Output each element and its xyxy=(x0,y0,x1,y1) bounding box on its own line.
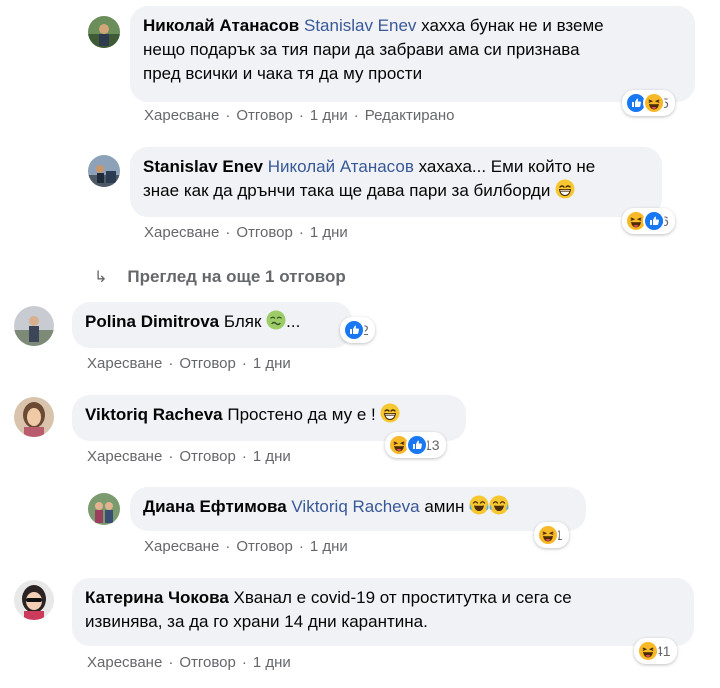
separator: · xyxy=(298,538,304,555)
separator: · xyxy=(225,538,231,555)
avatar[interactable] xyxy=(88,16,120,48)
separator: · xyxy=(353,107,359,124)
like-link[interactable]: Харесване xyxy=(144,224,219,241)
grinning-emoji-icon xyxy=(380,403,400,423)
haha-reaction-icon xyxy=(637,640,659,662)
comment-text: знае как да дрънчи така ще дава пари за … xyxy=(143,181,551,200)
tears-of-joy-emoji-icon xyxy=(489,495,509,515)
separator: · xyxy=(168,654,174,671)
separator: · xyxy=(168,448,174,465)
like-reaction-icon xyxy=(343,319,365,341)
avatar[interactable] xyxy=(14,306,54,346)
comment-bubble: Polina Dimitrova Бляк ... xyxy=(72,302,352,348)
timestamp[interactable]: 1 дни xyxy=(310,538,348,555)
comment-author[interactable]: Polina Dimitrova xyxy=(85,312,219,331)
timestamp[interactable]: 1 дни xyxy=(253,355,291,372)
like-link[interactable]: Харесване xyxy=(87,448,162,465)
comment-text: амин xyxy=(424,497,465,516)
comment-text: Простено да му е ! xyxy=(227,405,376,424)
comment-text: извинява, за да го храни 14 дни карантин… xyxy=(85,612,428,631)
comment-mention[interactable]: Николай Атанасов xyxy=(268,157,414,176)
avatar[interactable] xyxy=(88,493,120,525)
comment-text: нещо подарък за тия пари да забрави ама … xyxy=(143,40,580,59)
comment-bubble: Катерина Чокова Хванал е covid-19 от про… xyxy=(72,578,694,646)
like-reaction-icon xyxy=(643,210,665,232)
reaction-summary[interactable]: 13 xyxy=(385,432,446,458)
separator: · xyxy=(241,355,247,372)
grinning-emoji-icon xyxy=(555,179,575,199)
like-link[interactable]: Харесване xyxy=(144,538,219,555)
comment-author[interactable]: Николай Атанасов xyxy=(143,16,299,35)
tears-of-joy-emoji-icon xyxy=(469,495,489,515)
separator: · xyxy=(241,654,247,671)
comment-actions: Харесване · Отговор · 1 дни xyxy=(144,538,348,555)
reply-link[interactable]: Отговор xyxy=(236,538,293,555)
separator: · xyxy=(225,107,231,124)
comment-actions: Харесване · Отговор · 1 дни xyxy=(87,355,291,372)
like-link[interactable]: Харесване xyxy=(144,107,219,124)
comment-actions: Харесване · Отговор · 1 дни xyxy=(87,448,291,465)
view-more-replies-link[interactable]: ↳ Преглед на още 1 отговор xyxy=(94,267,346,287)
view-more-replies-label: Преглед на още 1 отговор xyxy=(127,267,346,286)
comment-bubble: Николай Атанасов Stanislav Enev хахха бу… xyxy=(130,6,695,102)
separator: · xyxy=(225,224,231,241)
comment-author[interactable]: Диана Ефтимова xyxy=(143,497,287,516)
like-link[interactable]: Харесване xyxy=(87,355,162,372)
reply-link[interactable]: Отговор xyxy=(179,448,236,465)
comment-text: хахаха... Еми който не xyxy=(418,157,596,176)
separator: · xyxy=(298,224,304,241)
timestamp[interactable]: 1 дни xyxy=(310,107,348,124)
reply-link[interactable]: Отговор xyxy=(236,107,293,124)
reaction-summary[interactable]: 5 xyxy=(622,90,675,116)
separator: · xyxy=(168,355,174,372)
reply-link[interactable]: Отговор xyxy=(236,224,293,241)
avatar[interactable] xyxy=(88,155,120,187)
haha-reaction-icon xyxy=(537,524,559,546)
comment-author[interactable]: Viktoriq Racheva xyxy=(85,405,223,424)
separator: · xyxy=(298,107,304,124)
comment-text: Бляк xyxy=(223,312,262,331)
comment-text: Хванал е covid-19 от проститутка и сега … xyxy=(233,588,572,607)
reply-link[interactable]: Отговор xyxy=(179,654,236,671)
comment-bubble: Диана Ефтимова Viktoriq Racheva амин xyxy=(130,487,586,531)
timestamp[interactable]: 1 дни xyxy=(253,448,291,465)
timestamp[interactable]: 1 дни xyxy=(253,654,291,671)
comment-mention[interactable]: Viktoriq Racheva xyxy=(291,497,419,516)
comment-text: хахха бунак не и вземе xyxy=(421,16,604,35)
reaction-summary[interactable]: 41 xyxy=(634,638,677,664)
like-reaction-icon xyxy=(406,434,428,456)
separator: · xyxy=(241,448,247,465)
comment-actions: Харесване · Отговор · 1 дни xyxy=(144,224,348,241)
avatar[interactable] xyxy=(14,580,54,620)
haha-reaction-icon xyxy=(643,92,665,114)
comment-actions: Харесване · Отговор · 1 дни · Редактирано xyxy=(144,107,455,124)
avatar[interactable] xyxy=(14,397,54,437)
like-link[interactable]: Харесване xyxy=(87,654,162,671)
comment-text-suffix: ... xyxy=(286,312,301,331)
reaction-summary[interactable]: 2 xyxy=(340,317,375,343)
edited-label: Редактирано xyxy=(364,107,455,124)
comment-mention[interactable]: Stanislav Enev xyxy=(304,16,416,35)
timestamp[interactable]: 1 дни xyxy=(310,224,348,241)
reply-arrow-icon: ↳ xyxy=(94,269,108,286)
comment-author[interactable]: Катерина Чокова xyxy=(85,588,229,607)
comment-author[interactable]: Stanislav Enev xyxy=(143,157,263,176)
reply-link[interactable]: Отговор xyxy=(179,355,236,372)
reaction-summary[interactable]: 1 xyxy=(534,522,569,548)
comment-text: пред всички и чака тя да му прости xyxy=(143,64,423,83)
comment-actions: Харесване · Отговор · 1 дни xyxy=(87,654,291,671)
comment-bubble: Stanislav Enev Николай Атанасов хахаха..… xyxy=(130,147,662,217)
nauseated-emoji-icon xyxy=(266,310,286,330)
reaction-summary[interactable]: 6 xyxy=(622,208,675,234)
